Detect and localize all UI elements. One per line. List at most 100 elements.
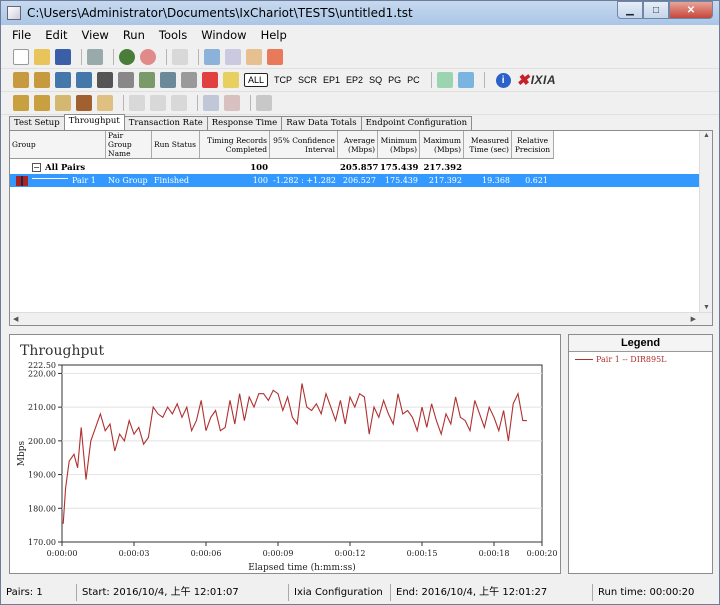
new-file-icon[interactable] xyxy=(13,49,29,65)
menu-view[interactable]: View xyxy=(75,28,116,42)
legend-pane: Legend Pair 1 -- DIR895L xyxy=(568,334,713,574)
endpoint-edit-icon[interactable] xyxy=(55,95,71,111)
filter-scr-button[interactable]: SCR xyxy=(298,75,317,85)
chart-icon[interactable] xyxy=(181,72,197,88)
tab-response-time[interactable]: Response Time xyxy=(206,116,283,130)
tab-raw-data-totals[interactable]: Raw Data Totals xyxy=(281,116,362,130)
col-minimum[interactable]: Minimum (Mbps) xyxy=(378,131,420,158)
status-start: Start: 2016/10/4, 上午 12:01:07 xyxy=(77,584,289,601)
app-icon xyxy=(7,6,21,20)
refresh-icon[interactable] xyxy=(436,72,453,88)
menu-edit[interactable]: Edit xyxy=(38,28,74,42)
filter-ep1-button[interactable]: EP1 xyxy=(323,75,340,85)
table-row-pair1[interactable]: Pair 1 No Group Finished 100 -1.282 : +1… xyxy=(10,174,700,187)
tab-transaction-rate[interactable]: Transaction Rate xyxy=(123,116,208,130)
col-confidence-interval[interactable]: 95% Confidence Interval xyxy=(270,131,338,158)
scroll-right-icon[interactable]: ▶ xyxy=(691,315,696,323)
ungroup-icon[interactable] xyxy=(224,95,240,111)
tab-endpoint-configuration[interactable]: Endpoint Configuration xyxy=(360,116,473,130)
endpoint-icon[interactable] xyxy=(13,95,29,111)
warning-icon[interactable] xyxy=(202,72,218,88)
col-pair-group-name[interactable]: Pair Group Name xyxy=(106,131,152,158)
add-multicast-icon[interactable] xyxy=(34,72,50,88)
endpoint-group-icon[interactable] xyxy=(97,95,113,111)
shuffle-icon[interactable] xyxy=(150,95,166,111)
table-icon[interactable] xyxy=(256,95,272,111)
connect-icon[interactable] xyxy=(97,72,113,88)
help-query-icon[interactable] xyxy=(223,72,239,88)
all-pairs-average: 205.857 xyxy=(340,162,378,173)
info-icon[interactable]: i xyxy=(495,72,511,88)
add-pair-icon[interactable] xyxy=(13,72,29,88)
y-tick-label: 180.00 xyxy=(28,504,56,513)
col-timing-records[interactable]: Timing Records Completed xyxy=(200,131,270,158)
grid-vertical-scrollbar[interactable]: ▲ ▼ xyxy=(699,131,712,312)
export-icon[interactable] xyxy=(246,49,262,65)
close-button[interactable]: ✕ xyxy=(669,1,713,19)
pair1-minimum: 175.439 xyxy=(384,176,418,185)
pair1-precision: 0.621 xyxy=(525,176,548,185)
endpoint-pair-icon[interactable] xyxy=(76,95,92,111)
menu-window[interactable]: Window xyxy=(194,28,253,42)
tab-throughput[interactable]: Throughput xyxy=(63,114,125,130)
status-config: Ixia Configuration xyxy=(289,584,391,601)
endpoint-add-icon[interactable] xyxy=(34,95,50,111)
run-icon[interactable] xyxy=(119,49,135,65)
scroll-left-icon[interactable]: ◀ xyxy=(13,315,18,323)
monitor-icon[interactable] xyxy=(457,72,474,88)
options-icon[interactable] xyxy=(139,72,155,88)
save-icon[interactable] xyxy=(55,49,71,65)
filter-pg-button[interactable]: PG xyxy=(388,75,401,85)
toolbar-pairs xyxy=(1,92,719,115)
cut-icon[interactable] xyxy=(172,49,188,65)
graph-icon[interactable] xyxy=(160,72,176,88)
toolbar-edit: ALL TCP SCR EP1 EP2 SQ PG PC i ✖ IXIA xyxy=(1,69,719,92)
col-relative-precision[interactable]: Relative Precision xyxy=(512,131,554,158)
pair1-time: 19.368 xyxy=(482,176,510,185)
filter-sq-button[interactable]: SQ xyxy=(369,75,382,85)
filter-pc-button[interactable]: PC xyxy=(407,75,420,85)
menu-file[interactable]: File xyxy=(5,28,38,42)
copy-icon[interactable] xyxy=(204,49,220,65)
maximize-button[interactable]: □ xyxy=(643,1,669,19)
print-icon[interactable] xyxy=(87,49,103,65)
table-row-all-pairs[interactable]: − All Pairs 100 205.857 175.439 217.392 xyxy=(10,161,464,174)
legend-entry-pair1[interactable]: Pair 1 -- DIR895L xyxy=(575,355,712,364)
pair1-label: Pair 1 xyxy=(72,176,96,185)
tab-test-setup[interactable]: Test Setup xyxy=(9,116,65,130)
all-pairs-label: All Pairs xyxy=(45,162,86,173)
menu-help[interactable]: Help xyxy=(254,28,294,42)
script-icon[interactable] xyxy=(118,72,134,88)
col-group[interactable]: Group xyxy=(10,131,106,158)
filter-ep2-button[interactable]: EP2 xyxy=(346,75,363,85)
all-pairs-maximum: 217.392 xyxy=(423,162,462,173)
x-tick-label: 0:00:03 xyxy=(119,549,150,558)
menu-run[interactable]: Run xyxy=(116,28,152,42)
pair1-maximum: 217.392 xyxy=(428,176,462,185)
x-axis-label: Elapsed time (h:mm:ss) xyxy=(248,562,356,573)
stop-icon[interactable] xyxy=(140,49,156,65)
scroll-up-icon[interactable]: ▲ xyxy=(703,132,710,139)
link-icon[interactable] xyxy=(171,95,187,111)
menu-tools[interactable]: Tools xyxy=(152,28,194,42)
x-tick-label: 0:00:15 xyxy=(407,549,438,558)
y-tick-label: 170.00 xyxy=(28,538,56,547)
collapse-toggle[interactable]: − xyxy=(32,163,41,172)
scroll-down-icon[interactable]: ▼ xyxy=(703,304,710,311)
filter-all-button[interactable]: ALL xyxy=(244,73,269,87)
swap-icon[interactable] xyxy=(129,95,145,111)
network-icon[interactable] xyxy=(76,72,92,88)
filter-tcp-button[interactable]: TCP xyxy=(274,75,292,85)
edit-pair-icon[interactable] xyxy=(55,72,71,88)
grid-horizontal-scrollbar[interactable]: ◀ ▶ xyxy=(10,312,712,325)
col-average[interactable]: Average (Mbps) xyxy=(338,131,378,158)
open-folder-icon[interactable] xyxy=(34,49,50,65)
paste-icon[interactable] xyxy=(225,49,241,65)
group-icon[interactable] xyxy=(203,95,219,111)
col-maximum[interactable]: Maximum (Mbps) xyxy=(420,131,464,158)
delete-icon[interactable] xyxy=(267,49,283,65)
col-run-status[interactable]: Run Status xyxy=(152,131,200,158)
window-title: C:\Users\Administrator\Documents\IxChari… xyxy=(27,6,413,20)
minimize-button[interactable]: ▁ xyxy=(617,1,643,19)
col-measured-time[interactable]: Measured Time (sec) xyxy=(464,131,512,158)
